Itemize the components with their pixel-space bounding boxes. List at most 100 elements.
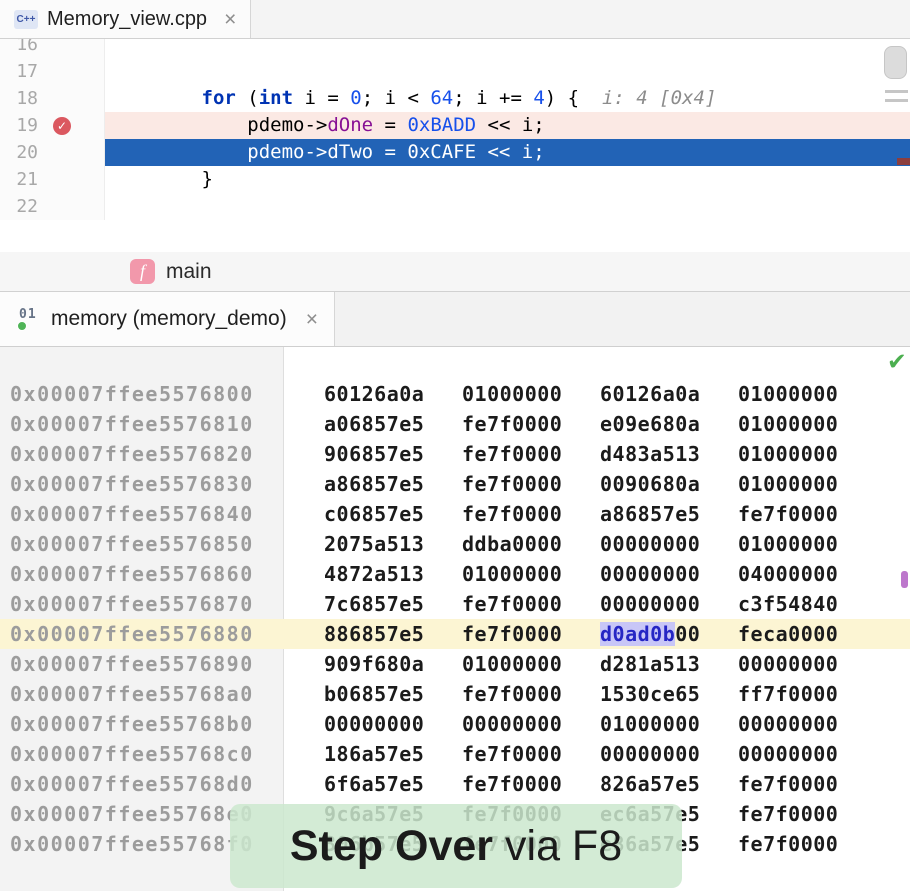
tab-memory-view[interactable]: 01 memory (memory_demo) × [0, 292, 335, 346]
memory-value[interactable]: 886857e5 [324, 619, 462, 649]
code-text[interactable] [105, 58, 910, 85]
memory-row[interactable]: 0x00007ffee5576820906857e5fe7f0000d483a5… [0, 439, 910, 469]
memory-value[interactable]: 0090680a [600, 469, 738, 499]
memory-value[interactable]: c3f54840 [738, 589, 876, 619]
memory-value[interactable]: 60126a0a [600, 379, 738, 409]
memory-row[interactable]: 0x00007ffee5576810a06857e5fe7f0000e09e68… [0, 409, 910, 439]
memory-value[interactable]: 00000000 [462, 709, 600, 739]
line-number[interactable]: 22 [0, 193, 38, 220]
memory-value[interactable]: 01000000 [462, 559, 600, 589]
memory-value[interactable]: fe7f0000 [462, 589, 600, 619]
memory-row[interactable]: 0x00007ffee5576830a86857e5fe7f0000009068… [0, 469, 910, 499]
code-line-21[interactable]: 21 } [0, 166, 910, 193]
memory-value[interactable]: fe7f0000 [738, 769, 876, 799]
memory-value[interactable]: fe7f0000 [738, 799, 876, 829]
memory-row[interactable]: 0x00007ffee55768d06f6a57e5fe7f0000826a57… [0, 769, 910, 799]
memory-row[interactable]: 0x00007ffee55768502075a513ddba0000000000… [0, 529, 910, 559]
memory-value[interactable]: 01000000 [738, 379, 876, 409]
code-text[interactable] [105, 193, 910, 220]
memory-value[interactable]: 01000000 [462, 379, 600, 409]
memory-value[interactable]: fe7f0000 [462, 619, 600, 649]
memory-value[interactable]: ff7f0000 [738, 679, 876, 709]
memory-value[interactable]: 01000000 [738, 439, 876, 469]
memory-value[interactable]: 00000000 [738, 739, 876, 769]
memory-value[interactable]: a86857e5 [324, 469, 462, 499]
memory-value[interactable]: e09e680a [600, 409, 738, 439]
memory-tab-close-icon[interactable]: × [306, 309, 318, 330]
memory-row[interactable]: 0x00007ffee55768b00000000000000000010000… [0, 709, 910, 739]
memory-value[interactable]: feca0000 [738, 619, 876, 649]
memory-value[interactable]: b06857e5 [324, 679, 462, 709]
memory-value[interactable]: 60126a0a [324, 379, 462, 409]
memory-value[interactable]: 00000000 [600, 589, 738, 619]
memory-value[interactable]: fe7f0000 [462, 769, 600, 799]
memory-value[interactable]: 04000000 [738, 559, 876, 589]
memory-value[interactable]: fe7f0000 [738, 829, 876, 859]
memory-value[interactable]: 00000000 [738, 709, 876, 739]
memory-value[interactable]: 6f6a57e5 [324, 769, 462, 799]
code-line-16[interactable]: 16 [0, 39, 910, 58]
tab-memory-view-cpp[interactable]: C++ Memory_view.cpp × [0, 0, 251, 38]
memory-value[interactable]: d281a513 [600, 649, 738, 679]
memory-value[interactable]: 01000000 [738, 409, 876, 439]
memory-value[interactable]: 2075a513 [324, 529, 462, 559]
memory-value[interactable]: 4872a513 [324, 559, 462, 589]
code-text[interactable] [105, 39, 910, 58]
memory-value[interactable]: fe7f0000 [462, 469, 600, 499]
memory-value[interactable]: 00000000 [600, 739, 738, 769]
scrollbar-thumb[interactable] [884, 46, 907, 79]
selected-memory-bytes[interactable]: d0ad0b [600, 622, 675, 646]
memory-row[interactable]: 0x00007ffee55768604872a51301000000000000… [0, 559, 910, 589]
gutter[interactable]: 16 [0, 39, 105, 58]
memory-value[interactable]: c06857e5 [324, 499, 462, 529]
memory-value[interactable]: 00000000 [324, 709, 462, 739]
memory-value[interactable]: d483a513 [600, 439, 738, 469]
line-number[interactable]: 17 [0, 58, 38, 85]
debugger-frame-bar[interactable]: f main [0, 252, 910, 292]
gutter[interactable]: 20 [0, 139, 105, 166]
memory-value[interactable]: a06857e5 [324, 409, 462, 439]
memory-value[interactable]: d0ad0b00 [600, 619, 738, 649]
code-text[interactable]: for (int i = 0; i < 64; i += 4) { i: 4 [… [105, 85, 910, 112]
code-text[interactable]: pdemo->dOne = 0xBADD << i; [105, 112, 910, 139]
memory-value[interactable]: fe7f0000 [462, 679, 600, 709]
breakpoint-icon[interactable]: ✓ [53, 117, 71, 135]
memory-row[interactable]: 0x00007ffee5576840c06857e5fe7f0000a86857… [0, 499, 910, 529]
memory-value[interactable]: 1530ce65 [600, 679, 738, 709]
memory-value[interactable]: 7c6857e5 [324, 589, 462, 619]
memory-value[interactable]: fe7f0000 [462, 439, 600, 469]
code-line-18[interactable]: 18 for (int i = 0; i < 64; i += 4) { i: … [0, 85, 910, 112]
memory-value[interactable]: 186a57e5 [324, 739, 462, 769]
tab-close-icon[interactable]: × [224, 9, 236, 30]
memory-value[interactable]: fe7f0000 [462, 409, 600, 439]
gutter[interactable]: 17 [0, 58, 105, 85]
code-editor[interactable]: 161718 for (int i = 0; i < 64; i += 4) {… [0, 39, 910, 252]
gutter[interactable]: 22 [0, 193, 105, 220]
code-line-17[interactable]: 17 [0, 58, 910, 85]
line-number[interactable]: 19 [0, 112, 38, 139]
memory-row[interactable]: 0x00007ffee55768707c6857e5fe7f0000000000… [0, 589, 910, 619]
gutter[interactable]: 18 [0, 85, 105, 112]
code-line-22[interactable]: 22 [0, 193, 910, 220]
memory-value[interactable]: 00000000 [738, 649, 876, 679]
memory-value[interactable]: a86857e5 [600, 499, 738, 529]
memory-value[interactable]: fe7f0000 [738, 499, 876, 529]
memory-value[interactable]: 01000000 [738, 529, 876, 559]
memory-value[interactable]: 01000000 [738, 469, 876, 499]
memory-value[interactable]: fe7f0000 [462, 499, 600, 529]
line-number[interactable]: 21 [0, 166, 38, 193]
memory-value[interactable]: 01000000 [462, 649, 600, 679]
memory-row[interactable]: 0x00007ffee55768a0b06857e5fe7f00001530ce… [0, 679, 910, 709]
memory-row[interactable]: 0x00007ffee55768c0186a57e5fe7f0000000000… [0, 739, 910, 769]
memory-value[interactable]: 00000000 [600, 559, 738, 589]
line-number[interactable]: 20 [0, 139, 38, 166]
code-line-19[interactable]: 19 ✓ pdemo->dOne = 0xBADD << i; [0, 112, 910, 139]
memory-value[interactable]: 906857e5 [324, 439, 462, 469]
memory-value[interactable]: fe7f0000 [462, 739, 600, 769]
line-number[interactable]: 16 [0, 39, 38, 58]
code-line-20[interactable]: 20 pdemo->dTwo = 0xCAFE << i; [0, 139, 910, 166]
memory-row[interactable]: 0x00007ffee5576880886857e5fe7f0000d0ad0b… [0, 619, 910, 649]
memory-value[interactable]: 826a57e5 [600, 769, 738, 799]
gutter[interactable]: 21 [0, 166, 105, 193]
gutter[interactable]: 19 ✓ [0, 112, 105, 139]
